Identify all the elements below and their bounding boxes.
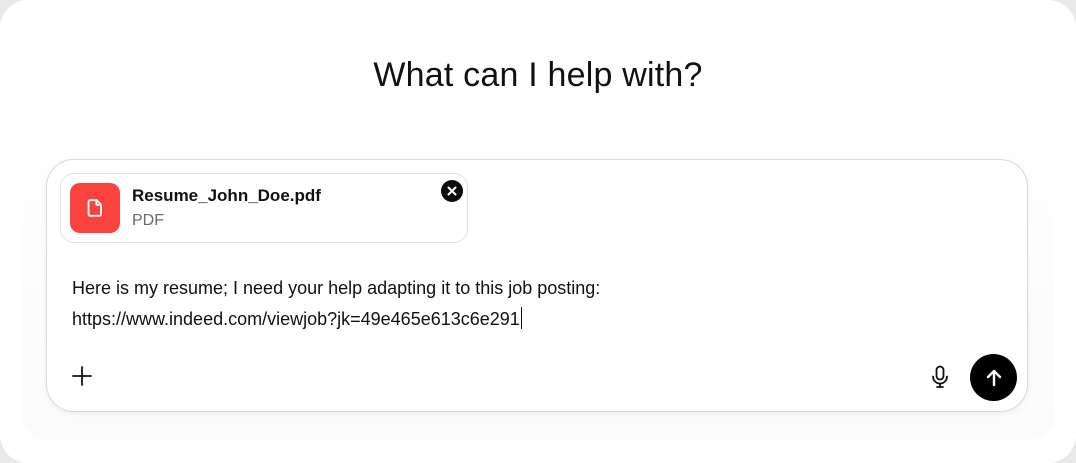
- add-attachment-button[interactable]: [69, 363, 95, 389]
- document-icon: [70, 183, 120, 233]
- attachment-file-type: PDF: [132, 212, 164, 229]
- message-input[interactable]: Here is my resume; I need your help adap…: [72, 273, 972, 335]
- app-window: What can I help with? Resume_John_Doe.pd…: [0, 0, 1076, 463]
- text-cursor: [520, 307, 522, 329]
- microphone-icon: [932, 365, 948, 388]
- message-composer[interactable]: Resume_John_Doe.pdf PDF Here is my resum…: [46, 159, 1028, 412]
- remove-attachment-button[interactable]: [441, 180, 463, 202]
- attachment-file-name: Resume_John_Doe.pdf: [132, 186, 321, 205]
- file-attachment-card[interactable]: Resume_John_Doe.pdf PDF: [60, 173, 468, 243]
- voice-input-button[interactable]: [927, 363, 953, 391]
- arrow-up-icon: [986, 369, 1001, 386]
- page-title: What can I help with?: [373, 56, 703, 94]
- message-line: Here is my resume; I need your help adap…: [72, 278, 601, 298]
- send-button[interactable]: [970, 354, 1017, 401]
- close-icon: [447, 186, 457, 196]
- plus-icon: [72, 366, 92, 386]
- message-line-url: https://www.indeed.com/viewjob?jk=49e465…: [72, 307, 522, 329]
